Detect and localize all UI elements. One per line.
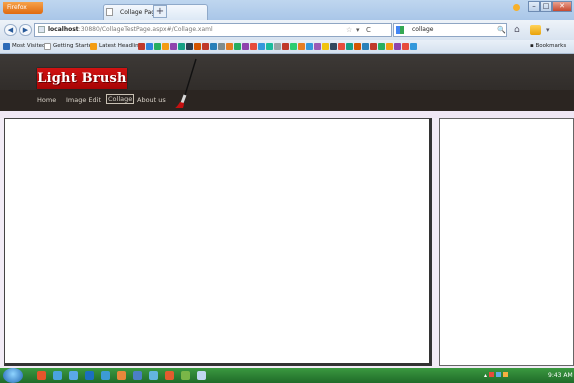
url-text[interactable]: localhost:30880/CollageTestPage.aspx#/Co…	[48, 24, 213, 36]
taskbar-app-icon[interactable]	[117, 371, 126, 380]
bookmark-favicon-icon[interactable]	[226, 43, 233, 50]
bookmark-favicon-icon[interactable]	[234, 43, 241, 50]
bookmark-favicon-icon[interactable]	[282, 43, 289, 50]
taskbar-app-icon[interactable]	[69, 371, 78, 380]
bookmark-favicon-icon[interactable]	[242, 43, 249, 50]
bookmark-most-visited[interactable]: Most Visited	[12, 40, 45, 53]
taskbar-app-icon[interactable]	[149, 371, 158, 380]
bookmark-favicon-icon[interactable]	[378, 43, 385, 50]
bookmark-favicon-icon[interactable]	[290, 43, 297, 50]
taskbar-clock[interactable]: 9:43 AM	[548, 368, 573, 383]
taskbar-app-icon[interactable]	[85, 371, 94, 380]
history-dropdown-icon[interactable]: ▾	[356, 24, 360, 36]
paint-brush-icon	[175, 58, 197, 108]
bookmark-favicon-icon[interactable]	[210, 43, 217, 50]
site-logo[interactable]: Light Brush	[37, 68, 127, 89]
close-button[interactable]: ✕	[552, 1, 572, 12]
menu-collage-label: Collage	[106, 94, 135, 104]
bookmark-star-icon[interactable]: ☆	[346, 24, 352, 36]
taskbar-app-icon[interactable]	[165, 371, 174, 380]
site-identity-icon[interactable]	[38, 26, 45, 33]
addon-icon[interactable]	[530, 25, 541, 35]
side-panel[interactable]	[439, 118, 574, 366]
firefox-menu-button[interactable]: Firefox	[3, 2, 43, 14]
toolbar-menu-icon[interactable]: ▾	[546, 24, 550, 36]
bookmark-favicon-icon[interactable]	[186, 43, 193, 50]
bookmarks-label: Bookmarks	[535, 43, 567, 49]
reload-icon[interactable]: C	[366, 24, 371, 36]
bookmark-favicon-icon[interactable]	[410, 43, 417, 50]
new-tab-button[interactable]: +	[153, 5, 167, 18]
bookmark-favicon-icon[interactable]	[306, 43, 313, 50]
bookmark-favicon-icon[interactable]	[178, 43, 185, 50]
menu-image-edit[interactable]: Image Edit	[66, 95, 101, 105]
menu-home[interactable]: Home	[37, 95, 56, 105]
rss-icon	[90, 43, 97, 50]
sync-icon	[513, 4, 520, 11]
bookmark-favicon-icon[interactable]	[338, 43, 345, 50]
taskbar-app-icon[interactable]	[133, 371, 142, 380]
bookmark-favicon-icon[interactable]	[202, 43, 209, 50]
bookmark-favicon-icon[interactable]	[362, 43, 369, 50]
tray-network-icon[interactable]	[495, 372, 501, 377]
window-controls: – □ ✕	[528, 1, 572, 13]
taskbar-app-icon[interactable]	[53, 371, 62, 380]
start-button[interactable]	[3, 368, 23, 383]
taskbar-app-icon[interactable]	[181, 371, 190, 380]
bookmark-favicon-icon[interactable]	[346, 43, 353, 50]
maximize-button[interactable]: □	[540, 1, 552, 12]
url-host: localhost	[48, 26, 79, 33]
bookmark-favicon-icon[interactable]	[170, 43, 177, 50]
bookmark-favicon-icon[interactable]	[194, 43, 201, 50]
bookmark-favicon-icon[interactable]	[258, 43, 265, 50]
bookmark-favicon-icon[interactable]	[162, 43, 169, 50]
page-icon	[44, 43, 51, 50]
bookmark-favicon-icon[interactable]	[218, 43, 225, 50]
bookmark-favicon-icon[interactable]	[370, 43, 377, 50]
back-button[interactable]: ◀	[4, 24, 17, 36]
minimize-button[interactable]: –	[528, 1, 540, 12]
bookmark-favicon-icon[interactable]	[354, 43, 361, 50]
content-strip	[0, 111, 574, 118]
menu-about-us[interactable]: About us	[137, 95, 166, 105]
home-icon[interactable]: ⌂	[514, 24, 520, 36]
tray-volume-icon[interactable]	[502, 372, 508, 377]
bookmark-favicon-icon[interactable]	[322, 43, 329, 50]
search-engine-icon[interactable]	[396, 26, 404, 34]
bookmark-favicon-icon[interactable]	[138, 43, 145, 50]
bookmark-favicon-icon[interactable]	[146, 43, 153, 50]
search-input[interactable]: collage	[412, 24, 433, 36]
menu-collage[interactable]: Collage	[106, 94, 135, 104]
bookmark-favicon-icon[interactable]	[386, 43, 393, 50]
bookmark-favicon-icon[interactable]	[274, 43, 281, 50]
bookmark-favicon-icon[interactable]	[394, 43, 401, 50]
url-path: :30880/CollageTestPage.aspx#/Collage.xam…	[78, 26, 213, 33]
most-visited-icon	[3, 43, 10, 50]
taskbar-app-icon[interactable]	[197, 371, 206, 380]
bookmark-favicon-icon[interactable]	[250, 43, 257, 50]
bookmarks-menu[interactable]: ▪ Bookmarks	[530, 40, 566, 53]
page-icon	[106, 8, 113, 16]
search-bar[interactable]	[393, 23, 507, 37]
bookmark-favicon-icon[interactable]	[330, 43, 337, 50]
taskbar-app-icon[interactable]	[37, 371, 46, 380]
bookmark-favicon-icon[interactable]	[402, 43, 409, 50]
collage-canvas[interactable]	[4, 118, 432, 366]
taskbar-app-icon[interactable]	[101, 371, 110, 380]
title-bar	[0, 0, 574, 20]
tray-security-icon[interactable]	[488, 372, 494, 377]
bookmark-favicon-icon[interactable]	[314, 43, 321, 50]
search-icon[interactable]: 🔍	[497, 24, 506, 36]
system-tray: ▴	[484, 368, 508, 383]
bookmark-favicon-icon[interactable]	[154, 43, 161, 50]
bookmark-favicon-icon[interactable]	[266, 43, 273, 50]
bookmark-favicon-icon[interactable]	[298, 43, 305, 50]
forward-button[interactable]: ▶	[19, 24, 32, 36]
